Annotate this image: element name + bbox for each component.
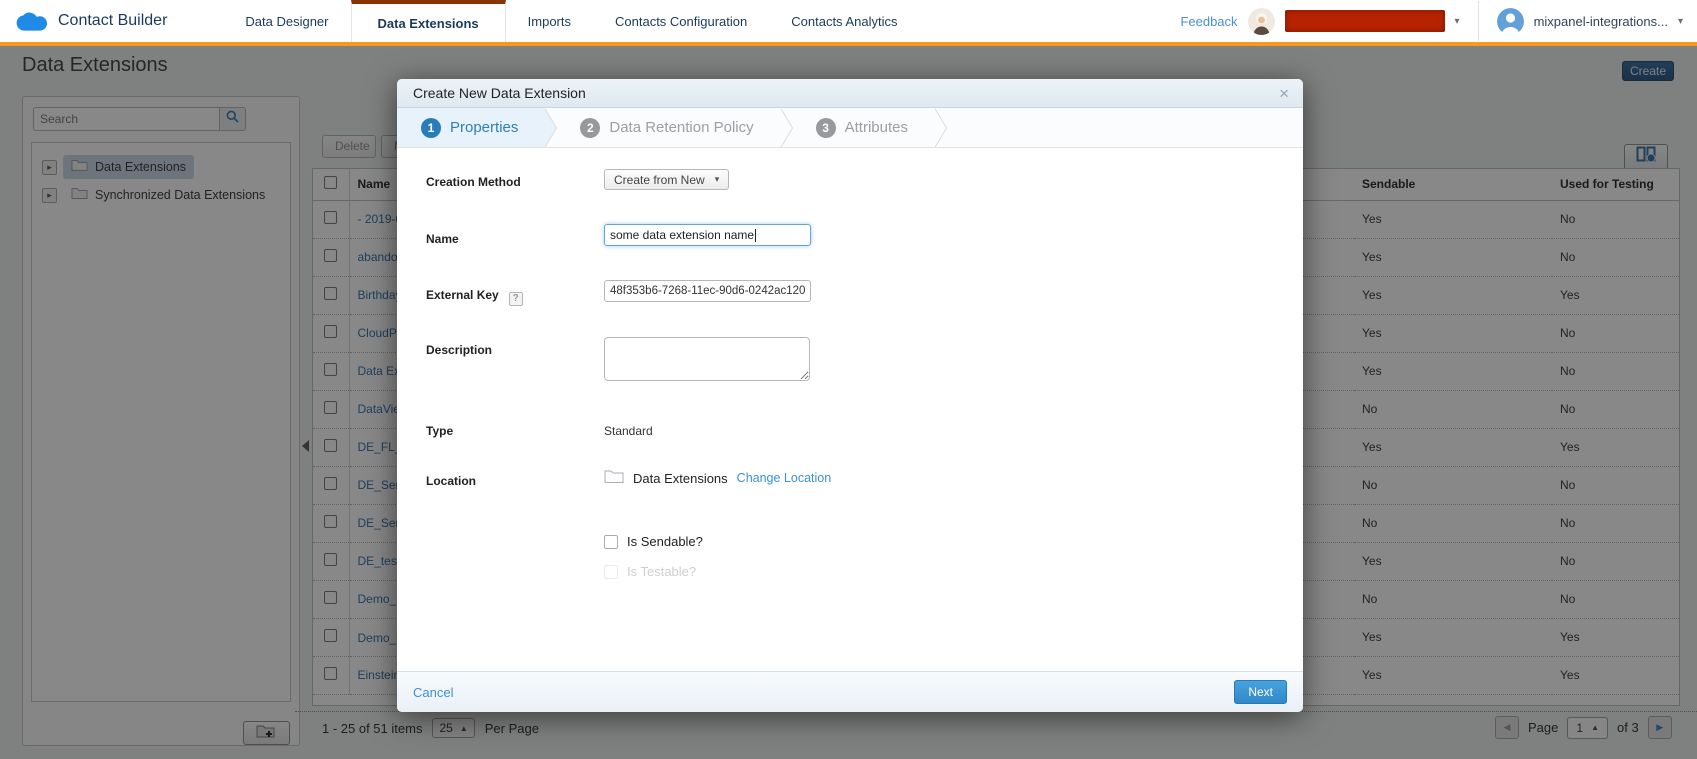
nav-tab[interactable]: Imports bbox=[506, 0, 593, 42]
nav-divider bbox=[1478, 1, 1479, 41]
modal-body: Creation Method Create from New ▾ Name s… bbox=[397, 148, 1303, 671]
create-data-extension-modal: Create New Data Extension × 1 Properties… bbox=[397, 79, 1303, 712]
wizard-step[interactable]: 1 Properties bbox=[397, 108, 544, 147]
caret-down-icon[interactable]: ▾ bbox=[1455, 16, 1460, 27]
step-number-badge: 2 bbox=[580, 118, 600, 138]
modal-footer: Cancel Next bbox=[397, 671, 1303, 712]
is-sendable-label: Is Sendable? bbox=[627, 534, 703, 549]
description-label: Description bbox=[426, 343, 492, 357]
is-testable-checkbox bbox=[604, 565, 618, 579]
description-textarea[interactable] bbox=[604, 337, 810, 381]
next-button[interactable]: Next bbox=[1234, 680, 1287, 704]
step-label: Data Retention Policy bbox=[609, 119, 753, 136]
top-nav: Contact Builder Data Designer Data Exten… bbox=[0, 0, 1697, 46]
redacted-org-name[interactable] bbox=[1285, 10, 1445, 32]
close-icon[interactable]: × bbox=[1279, 85, 1289, 102]
step-number-badge: 1 bbox=[421, 118, 441, 138]
name-label: Name bbox=[426, 232, 459, 246]
nav-tab[interactable]: Contacts Analytics bbox=[769, 0, 919, 42]
nav-tabs: Data Designer Data Extensions Imports Co… bbox=[223, 0, 919, 42]
type-value: Standard bbox=[604, 424, 653, 438]
wizard-step[interactable]: 3 Attributes bbox=[780, 108, 934, 147]
step-label: Properties bbox=[450, 119, 518, 136]
account-name[interactable]: mixpanel-integrations... bbox=[1534, 14, 1668, 29]
salesforce-cloud-logo-icon bbox=[14, 9, 50, 34]
user-avatar-icon bbox=[1497, 8, 1524, 35]
step-number-badge: 3 bbox=[816, 118, 836, 138]
is-testable-label: Is Testable? bbox=[627, 564, 696, 579]
nav-tab[interactable]: Data Extensions bbox=[351, 0, 506, 42]
step-label: Attributes bbox=[845, 119, 908, 136]
caret-down-icon: ▾ bbox=[715, 174, 720, 185]
is-sendable-checkbox[interactable] bbox=[604, 535, 618, 549]
nav-right: Feedback ▾ mixpanel-integrations... ▾ bbox=[1180, 1, 1683, 41]
external-key-label: External Key? bbox=[426, 288, 523, 306]
help-question-icon[interactable]: ? bbox=[509, 292, 523, 306]
name-input[interactable]: some data extension name bbox=[604, 224, 811, 246]
name-input-value: some data extension name bbox=[610, 228, 754, 242]
caret-down-icon[interactable]: ▾ bbox=[1678, 16, 1683, 27]
app-title: Contact Builder bbox=[58, 12, 167, 30]
change-location-link[interactable]: Change Location bbox=[737, 471, 832, 485]
modal-title: Create New Data Extension bbox=[413, 85, 586, 101]
modal-header: Create New Data Extension × bbox=[397, 79, 1303, 108]
external-key-label-text: External Key bbox=[426, 288, 499, 302]
nav-tab[interactable]: Data Designer bbox=[223, 0, 350, 42]
screen: Contact Builder Data Designer Data Exten… bbox=[0, 0, 1697, 759]
location-value: Data Extensions bbox=[633, 471, 728, 486]
external-key-input[interactable] bbox=[604, 280, 811, 302]
cancel-link[interactable]: Cancel bbox=[413, 685, 453, 700]
creation-method-label: Creation Method bbox=[426, 175, 521, 189]
nav-tab[interactable]: Contacts Configuration bbox=[593, 0, 769, 42]
wizard-step[interactable]: 2 Data Retention Policy bbox=[544, 108, 779, 147]
text-cursor bbox=[755, 229, 756, 242]
creation-method-value: Create from New bbox=[614, 173, 705, 187]
location-label: Location bbox=[426, 474, 476, 488]
creation-method-dropdown[interactable]: Create from New ▾ bbox=[604, 169, 729, 190]
einstein-avatar bbox=[1248, 8, 1275, 35]
feedback-link[interactable]: Feedback bbox=[1180, 14, 1237, 29]
wizard-steps: 1 Properties 2 Data Retention Policy 3 A… bbox=[397, 108, 1303, 148]
type-label: Type bbox=[426, 424, 453, 438]
folder-icon bbox=[604, 468, 624, 488]
